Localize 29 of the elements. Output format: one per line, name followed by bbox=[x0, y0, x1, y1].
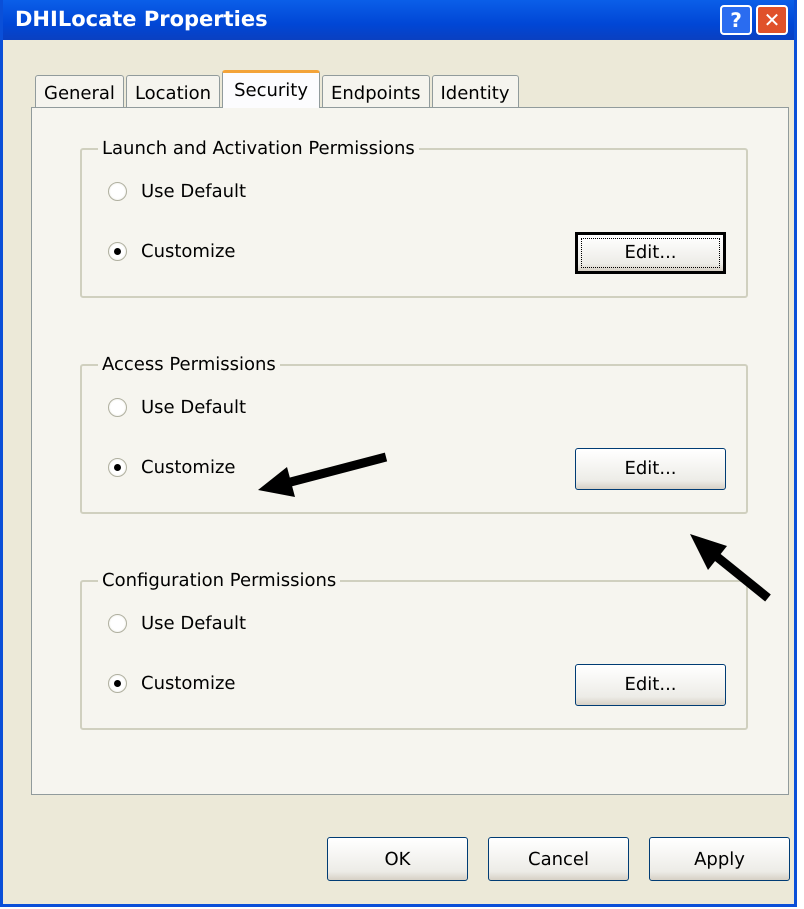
close-button[interactable]: ✕ bbox=[756, 5, 788, 35]
radio-button[interactable] bbox=[108, 458, 127, 478]
radio-label: Use Default bbox=[141, 180, 246, 204]
group-title: Launch and Activation Permissions bbox=[101, 138, 416, 160]
tab[interactable]: Security bbox=[222, 70, 320, 108]
edit-button[interactable]: Edit... bbox=[575, 448, 726, 490]
window-title: DHILocate Properties bbox=[15, 6, 268, 34]
tab[interactable]: Location bbox=[126, 75, 220, 107]
dialog-button[interactable]: Apply bbox=[649, 837, 790, 881]
dialog-button[interactable]: OK bbox=[327, 837, 468, 881]
radio-button[interactable] bbox=[108, 674, 127, 694]
radio-label: Customize bbox=[141, 456, 236, 480]
tab[interactable]: Identity bbox=[432, 75, 518, 107]
radio-button[interactable] bbox=[108, 182, 127, 202]
tab[interactable]: General bbox=[35, 75, 124, 107]
radio-button[interactable] bbox=[108, 614, 127, 634]
dialog-button[interactable]: Cancel bbox=[488, 837, 629, 881]
tab[interactable]: Endpoints bbox=[322, 75, 430, 107]
group-title: Configuration Permissions bbox=[101, 570, 338, 592]
radio-button[interactable] bbox=[108, 242, 127, 262]
edit-button[interactable]: Edit... bbox=[575, 232, 726, 274]
edit-button[interactable]: Edit... bbox=[575, 664, 726, 706]
help-button[interactable]: ? bbox=[720, 5, 752, 35]
radio-label: Customize bbox=[141, 672, 236, 696]
group-title: Access Permissions bbox=[101, 354, 277, 376]
radio-label: Use Default bbox=[141, 612, 246, 636]
radio-label: Use Default bbox=[141, 396, 246, 420]
radio-label: Customize bbox=[141, 240, 236, 264]
radio-button[interactable] bbox=[108, 398, 127, 418]
